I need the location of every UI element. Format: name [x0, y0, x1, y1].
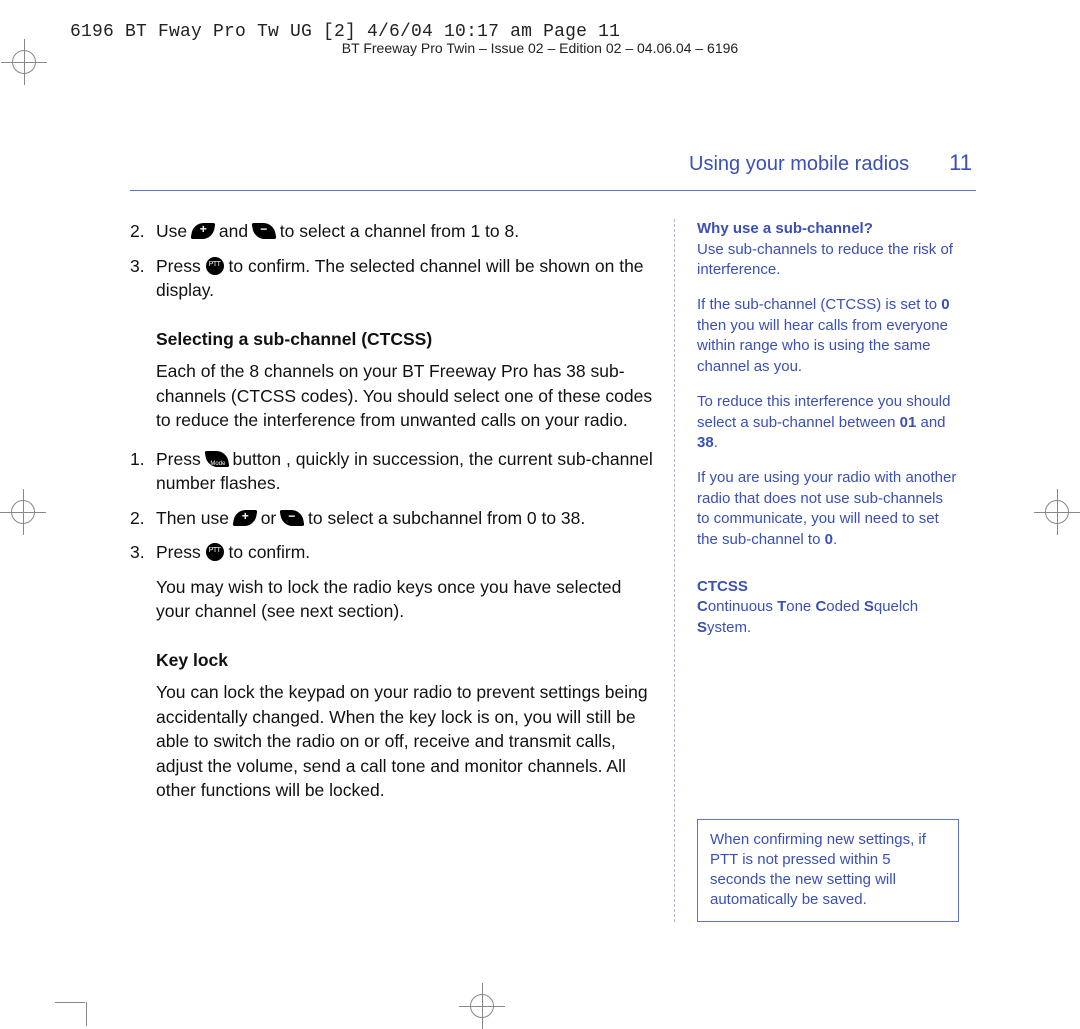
step-text: Press [156, 449, 206, 469]
step-text: Use [156, 221, 192, 241]
minus-button-icon: − [252, 223, 277, 239]
step-text: Press [156, 256, 206, 276]
step-number: 3. [130, 540, 145, 565]
step-text: to select a subchannel from 0 to 38. [308, 508, 585, 528]
printer-slug-line: 6196 BT Fway Pro Tw UG [2] 4/6/04 10:17 … [70, 22, 620, 42]
step-text: to confirm. [228, 542, 310, 562]
step-number: 3. [130, 254, 145, 279]
side-heading: Why use a sub-channel? [697, 220, 873, 237]
ptt-button-icon: PTT [206, 543, 224, 561]
crop-mark-icon [55, 1002, 85, 1003]
body-text: Each of the 8 channels on your BT Freewa… [156, 359, 660, 433]
plus-button-icon: + [191, 223, 216, 239]
main-column: 2. Use + and − to select a channel from … [130, 219, 660, 922]
registration-mark-icon [12, 50, 36, 74]
step-text: or [261, 508, 281, 528]
page-body: Using your mobile radios 11 2. Use + and… [130, 150, 976, 922]
mode-button-icon: Mode [204, 451, 229, 467]
step-text: to select a channel from 1 to 8. [280, 221, 519, 241]
side-text: If the sub-channel (CTCSS) is set to 0 t… [697, 295, 959, 378]
side-heading: CTCSS [697, 578, 748, 595]
plus-button-icon: + [232, 510, 257, 526]
heading-keylock: Key lock [156, 648, 660, 673]
step-text: and [219, 221, 253, 241]
step-text: Press [156, 542, 206, 562]
page-number: 11 [949, 150, 972, 176]
side-text: If you are using your radio with another… [697, 468, 959, 551]
registration-mark-icon [1045, 500, 1069, 524]
crop-mark-icon [86, 1002, 87, 1026]
section-title: Using your mobile radios [689, 153, 909, 176]
running-head: Using your mobile radios 11 [130, 150, 976, 176]
side-text: Use sub-channels to reduce the risk of i… [697, 241, 953, 279]
side-text: To reduce this interference you should s… [697, 392, 959, 454]
registration-mark-icon [470, 994, 494, 1018]
document-header: BT Freeway Pro Twin – Issue 02 – Edition… [0, 40, 1080, 56]
step-number: 2. [130, 219, 145, 244]
heading-subchannel: Selecting a sub-channel (CTCSS) [156, 327, 660, 352]
step-text: button , quickly in succession, the curr… [156, 449, 653, 494]
body-text: You may wish to lock the radio keys once… [156, 575, 660, 624]
step-item: 2. Use + and − to select a channel from … [130, 219, 660, 244]
note-box: When confirming new settings, if PTT is … [697, 819, 959, 922]
header-rule [130, 190, 976, 191]
step-text: Then use [156, 508, 234, 528]
step-number: 2. [130, 506, 145, 531]
step-number: 1. [130, 447, 145, 472]
step-item: 2. Then use + or − to select a subchanne… [130, 506, 660, 531]
step-item: 3. Press PTT to confirm. The selected ch… [130, 254, 660, 303]
side-column: Why use a sub-channel? Use sub-channels … [697, 219, 959, 922]
step-item: 3. Press PTT to confirm. [130, 540, 660, 565]
column-divider [674, 219, 675, 922]
ptt-button-icon: PTT [206, 257, 224, 275]
step-item: 1. Press Mode button , quickly in succes… [130, 447, 660, 496]
body-text: You can lock the keypad on your radio to… [156, 680, 660, 803]
side-text: Continuous Tone Coded Squelch System. [697, 598, 918, 636]
registration-mark-icon [11, 500, 35, 524]
step-text: to confirm. The selected channel will be… [156, 256, 644, 301]
minus-button-icon: − [280, 510, 305, 526]
